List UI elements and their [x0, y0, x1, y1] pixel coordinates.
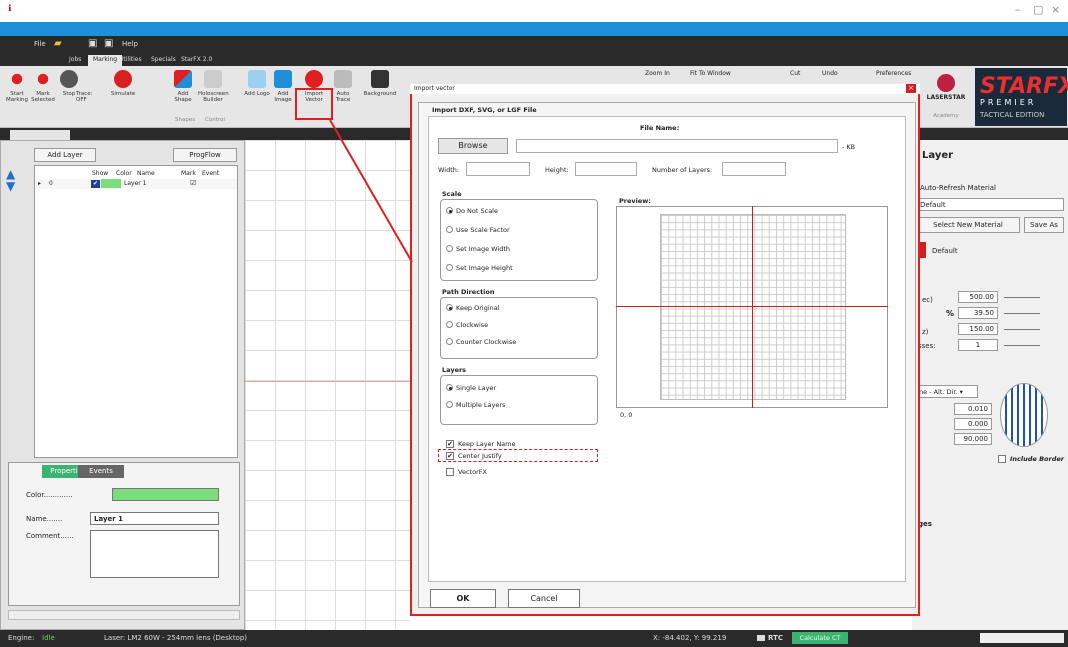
callout-arrow	[329, 119, 413, 263]
status-bar: Engine: Idle Laser: LM2 60W - 254mm lens…	[0, 630, 1068, 647]
engine-status: Idle	[42, 634, 55, 642]
engine-label: Engine:	[8, 634, 35, 642]
rtc-label: RTC	[768, 634, 783, 642]
cursor-coords: X: -84.402, Y: 99.219	[653, 634, 727, 642]
progress-bar	[980, 633, 1064, 643]
laser-info: Laser: LM2 60W - 254mm lens (Desktop)	[104, 634, 248, 642]
calculate-ct-button[interactable]: Calculate CT	[792, 632, 848, 644]
rtc-icon	[757, 635, 765, 641]
